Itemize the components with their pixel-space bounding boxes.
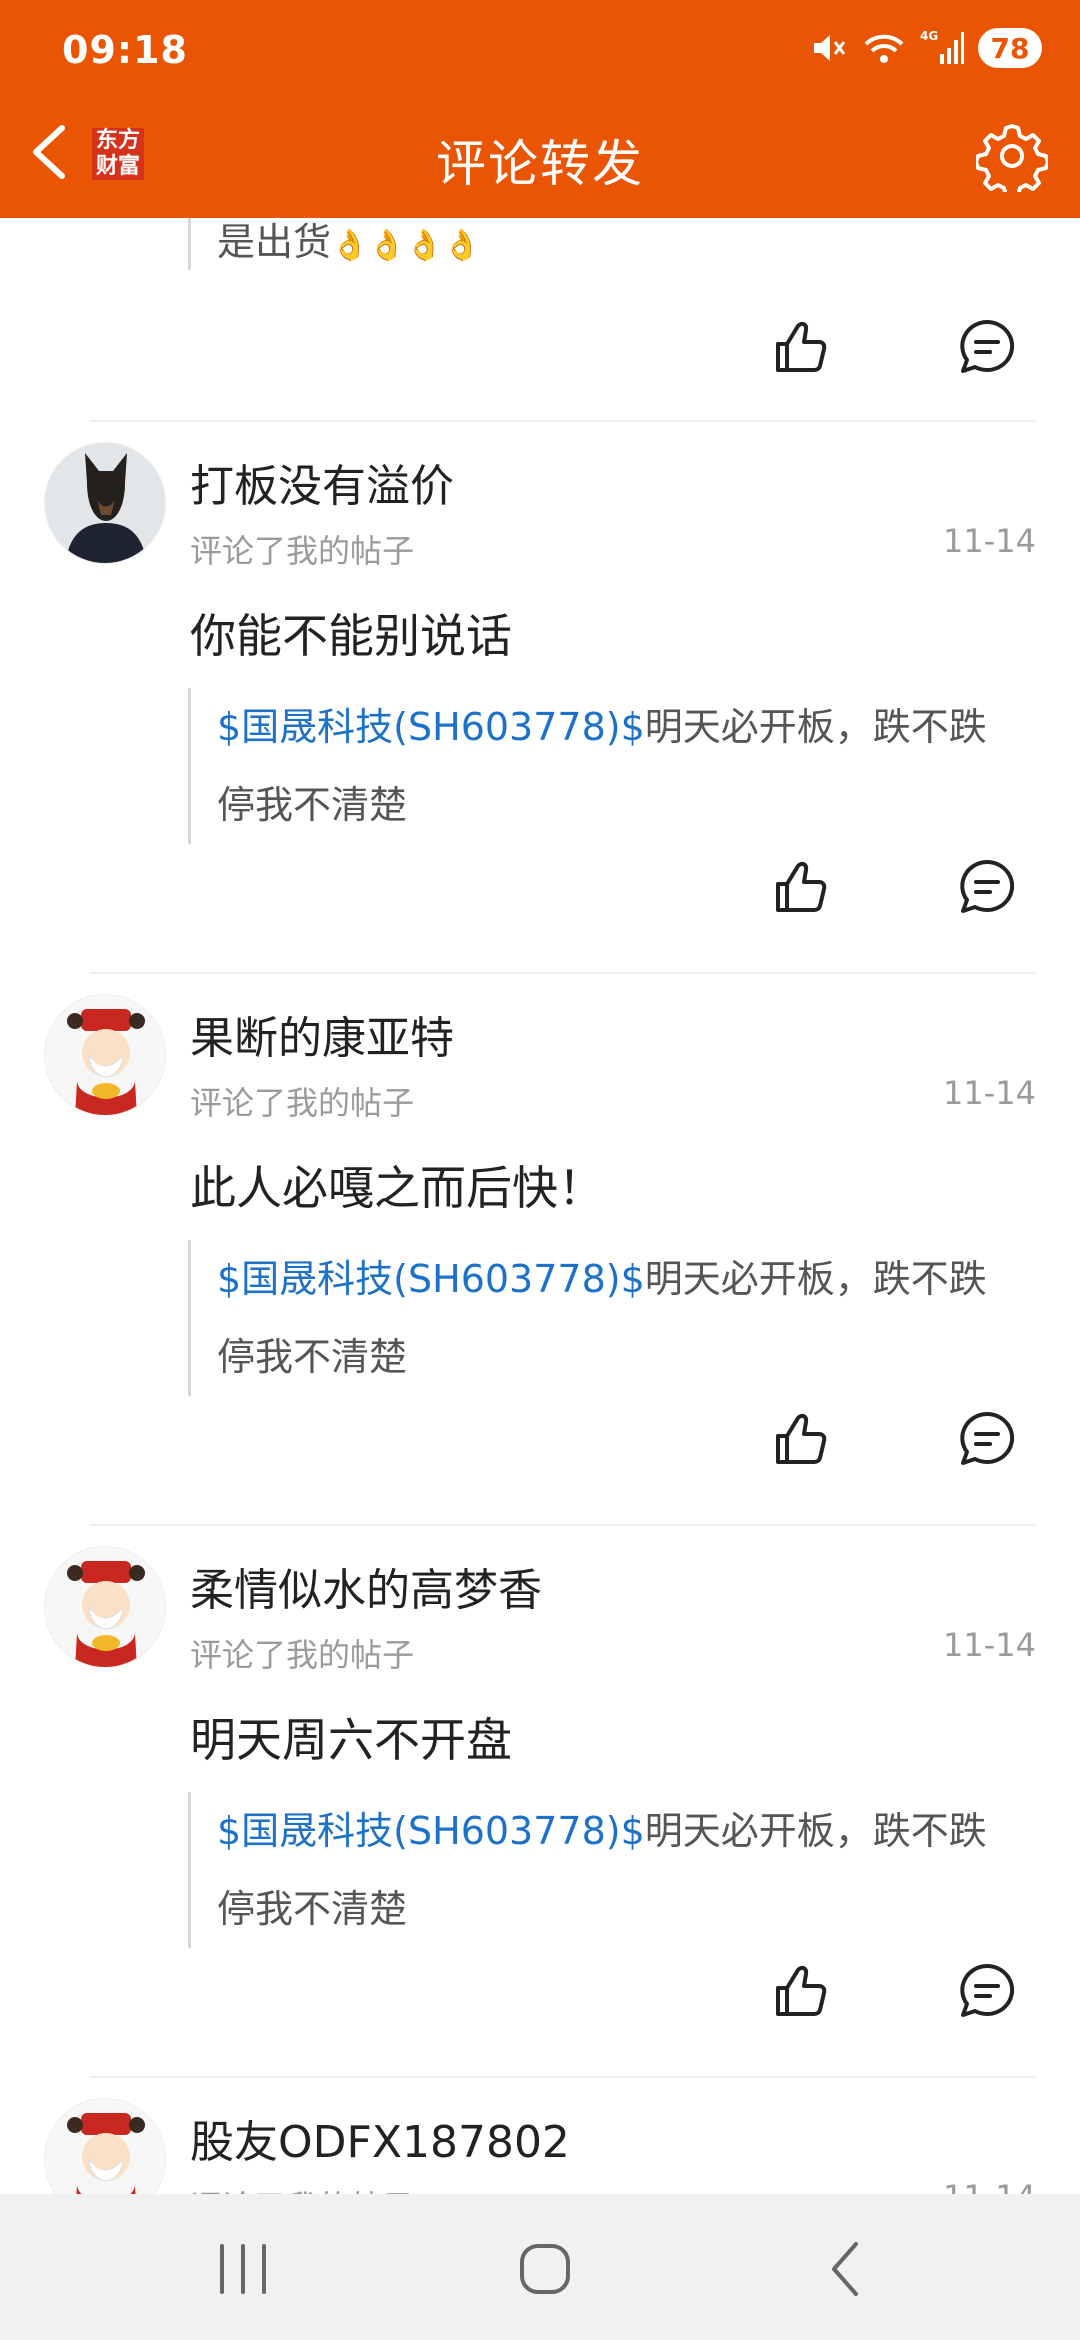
app-header: 09:18 4G 78 东方 财富 评论转发 [0,0,1080,218]
action-bar [768,314,1015,384]
quote-block[interactable]: $国晟科技(SH603778)$明天必开板，跌不跌 停我不清楚 [188,1240,1028,1396]
action-bar [768,854,1015,924]
action-bar [768,1958,1015,2028]
comment-bubble-icon [960,1411,1015,1465]
activity-text: 评论了我的帖子 [190,1636,415,1674]
avatar[interactable] [44,442,166,564]
comment-bubble-icon [960,859,1015,913]
home-icon [520,2244,570,2294]
svg-text:4G: 4G [920,29,938,43]
timestamp: 11-14 [943,1626,1036,1664]
settings-button[interactable] [974,120,1050,200]
emoji-text: 👌👌👌👌 [331,228,481,263]
activity-text: 评论了我的帖子 [190,532,415,570]
like-button[interactable] [768,1958,834,2024]
timestamp: 11-14 [943,522,1036,560]
thumbs-up-icon [776,861,827,912]
quote-text: 明天必开板，跌不跌 [644,705,987,749]
comment-text: 你能不能别说话 [190,609,512,663]
quote-text: 明天必开板，跌不跌 [644,1257,987,1301]
reply-button[interactable] [954,854,1020,920]
avatar[interactable] [44,2098,166,2194]
comment-text: 明天周六不开盘 [190,1713,512,1767]
action-bar [768,1406,1015,1476]
comment-bubble-icon [960,1963,1015,2017]
reply-button[interactable] [954,314,1020,380]
username[interactable]: 果断的康亚特 [190,1002,454,1066]
page-title: 评论转发 [436,135,644,193]
mute-icon [808,28,848,68]
reply-button[interactable] [954,1958,1020,2024]
like-button[interactable] [768,314,834,380]
status-icons: 4G 78 [808,24,1042,72]
comment-list[interactable]: 是出货👌👌👌👌 打板没有溢价 评论了我的帖子 11-14 你能不能别说话 $国晟… [0,218,1080,2194]
battery-indicator: 78 [978,28,1042,68]
nav-bar: 东方 财富 评论转发 [0,100,1080,218]
status-time: 09:18 [62,28,188,72]
wifi-icon [862,28,906,68]
quote-block[interactable]: $国晟科技(SH603778)$明天必开板，跌不跌 停我不清楚 [188,1792,1028,1948]
fortune-god-avatar-icon [45,1547,165,1667]
recent-apps-icon [220,2244,266,2294]
list-item[interactable]: 果断的康亚特 评论了我的帖子 11-14 此人必嘎之而后快！ $国晟科技(SH6… [0,974,1080,1526]
quote-block[interactable]: $国晟科技(SH603778)$明天必开板，跌不跌 停我不清楚 [188,688,1028,844]
username[interactable]: 打板没有溢价 [190,450,454,514]
thumbs-up-icon [776,1965,827,2016]
avatar[interactable] [44,1546,166,1668]
quote-text: 停我不清楚 [217,1887,408,1931]
timestamp: 11-14 [943,2178,1036,2194]
list-item[interactable]: 柔情似水的高梦香 评论了我的帖子 11-14 明天周六不开盘 $国晟科技(SH6… [0,1526,1080,2078]
recent-apps-button[interactable] [208,2234,278,2304]
chevron-left-icon [832,2242,858,2296]
list-item[interactable]: 打板没有溢价 评论了我的帖子 11-14 你能不能别说话 $国晟科技(SH603… [0,422,1080,974]
gear-icon [974,124,1050,200]
stock-link[interactable]: $国晟科技(SH603778)$ [217,705,645,749]
quote-text: 明天必开板，跌不跌 [644,1809,987,1853]
comment-text: 此人必嘎之而后快！ [190,1161,604,1215]
system-back-button[interactable] [812,2234,882,2304]
username[interactable]: 股友ODFX187802 [190,2106,570,2170]
activity-text: 评论了我的帖子 [190,2182,414,2194]
thumbs-up-icon [776,1413,827,1464]
like-button[interactable] [768,1406,834,1472]
thumbs-up-icon [776,321,827,372]
dog-avatar-icon [45,443,165,563]
system-nav-bar [0,2194,1080,2340]
quote-text: 停我不清楚 [217,783,408,827]
fortune-god-avatar-icon [45,995,165,1115]
reply-button[interactable] [954,1406,1020,1472]
list-item[interactable]: 股友ODFX187802 评论了我的帖子 11-14 [0,2078,1080,2194]
username[interactable]: 柔情似水的高梦香 [190,1554,542,1618]
timestamp: 11-14 [943,1074,1036,1112]
signal-icon: 4G [920,28,964,68]
comment-bubble-icon [960,319,1015,373]
avatar[interactable] [44,994,166,1116]
quote-block[interactable]: 是出货👌👌👌👌 [188,218,1028,270]
fortune-god-avatar-icon [45,2099,165,2194]
home-button[interactable] [510,2234,580,2304]
stock-link[interactable]: $国晟科技(SH603778)$ [217,1809,645,1853]
like-button[interactable] [768,854,834,920]
quote-text: 是出货 [217,220,332,264]
quote-text: 停我不清楚 [217,1335,408,1379]
stock-link[interactable]: $国晟科技(SH603778)$ [217,1257,645,1301]
activity-text: 评论了我的帖子 [190,1084,415,1122]
